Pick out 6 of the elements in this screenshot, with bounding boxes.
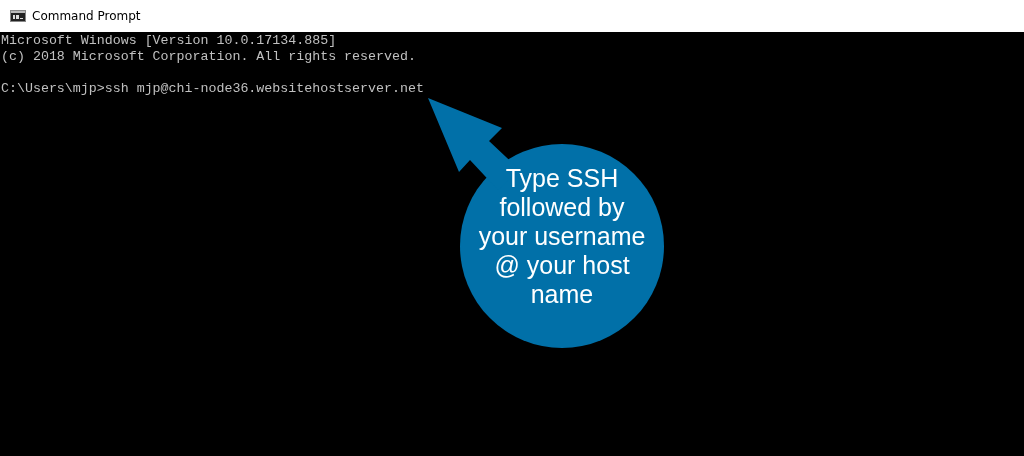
console-line: (c) 2018 Microsoft Corporation. All rights reserved. [1, 49, 417, 65]
terminal-icon [10, 10, 26, 22]
command-line: C:\Users\mjp>ssh mjp@chi-node36.websitehostserver.net [1, 81, 425, 97]
callout-text: Type SSH followed by your username @ your host name [477, 164, 647, 309]
window-title: Command Prompt [32, 9, 141, 23]
console-line: Microsoft Windows [Version 10.0.17134.885] [1, 33, 338, 49]
